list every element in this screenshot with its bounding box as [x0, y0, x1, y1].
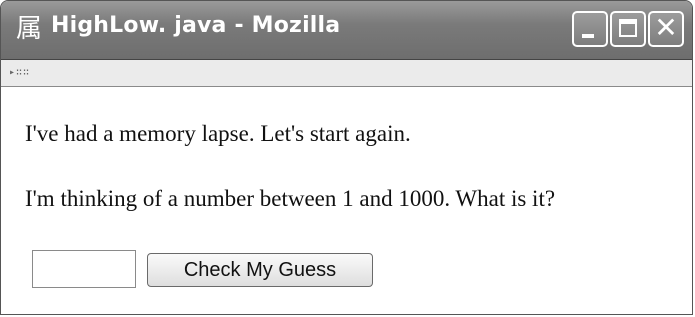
- minimize-icon: [582, 34, 594, 38]
- minimize-button[interactable]: [572, 11, 608, 47]
- close-icon: ✕: [654, 11, 678, 44]
- mozilla-icon: 属: [15, 14, 42, 44]
- status-message: I've had a memory lapse. Let's start aga…: [25, 121, 411, 146]
- title-bar[interactable]: 属 HighLow. java - Mozilla ✕: [1, 1, 692, 60]
- maximize-icon: [619, 19, 637, 37]
- window-title: HighLow. java - Mozilla: [51, 13, 341, 38]
- collapsed-toolbar: ▸∷∷: [1, 60, 692, 87]
- close-button[interactable]: ✕: [648, 11, 684, 47]
- maximize-button[interactable]: [610, 11, 646, 47]
- page-content: I've had a memory lapse. Let's start aga…: [1, 87, 692, 314]
- check-guess-button[interactable]: Check My Guess: [147, 253, 373, 287]
- guess-input[interactable]: [32, 250, 136, 288]
- browser-window: 属 HighLow. java - Mozilla ✕ ▸∷∷ I've had…: [0, 0, 693, 315]
- toolbar-grip-icon[interactable]: ▸∷∷: [9, 67, 30, 78]
- guess-prompt: I'm thinking of a number between 1 and 1…: [25, 186, 556, 211]
